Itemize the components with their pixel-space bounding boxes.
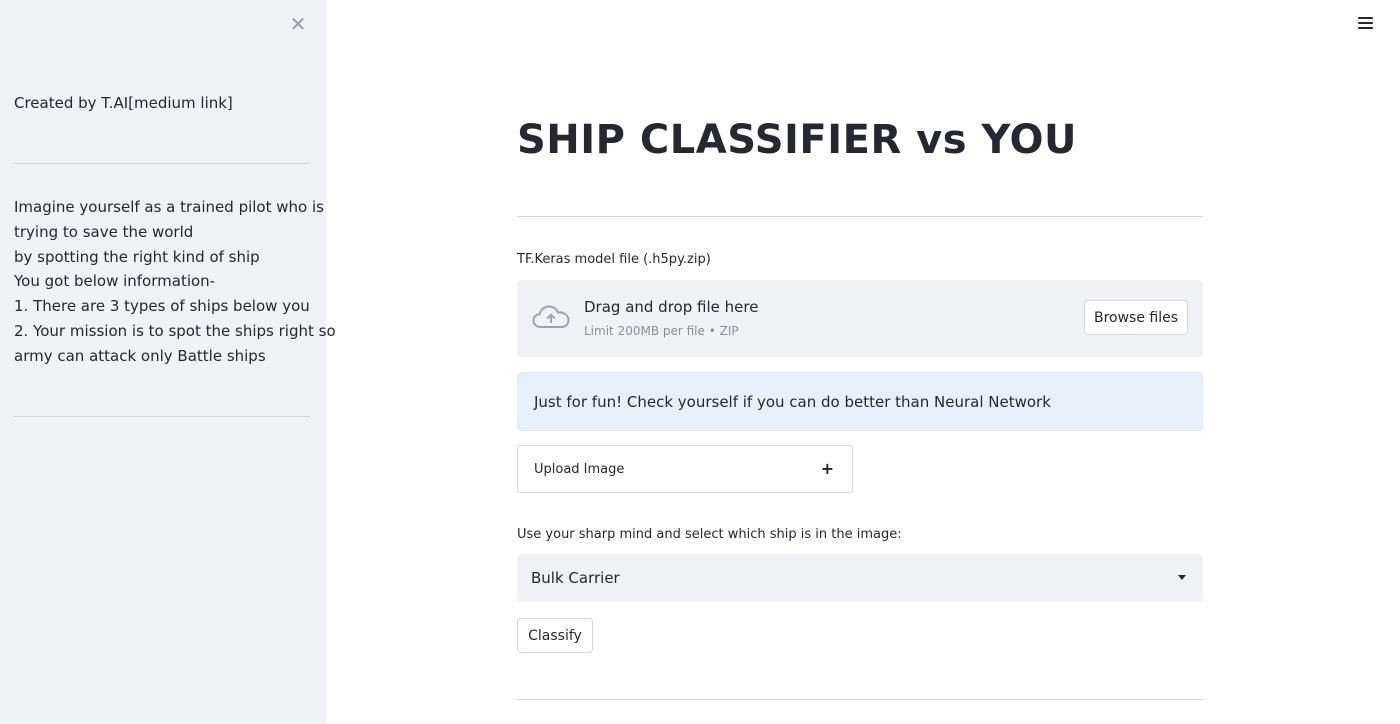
intro-text: Imagine yourself as a trained pilot who … <box>14 195 336 369</box>
intro-line: 1. There are 3 types of ships below you <box>14 297 310 316</box>
page-title: SHIP CLASSIFIER vs YOU <box>517 117 1078 163</box>
main-divider <box>517 699 1203 700</box>
plus-icon: + <box>820 459 834 478</box>
sidebar-divider <box>14 163 310 164</box>
dropzone-instructions: Drag and drop file here <box>584 298 759 316</box>
caret-down-icon <box>1178 575 1186 580</box>
created-by-text: Created by T.AI[medium link] <box>14 94 233 112</box>
intro-line: You got below information- <box>14 272 216 291</box>
browse-files-button[interactable]: Browse files <box>1084 300 1188 335</box>
info-alert-text: Just for fun! Check yourself if you can … <box>534 393 1051 411</box>
cloud-upload-icon <box>532 305 570 328</box>
intro-line: Imagine yourself as a trained pilot who … <box>14 198 324 216</box>
intro-line: by spotting the right kind of ship <box>14 247 260 266</box>
intro-line: trying to save the world <box>14 222 194 241</box>
intro-line: army can attack only Battle ships <box>14 346 266 365</box>
select-value: Bulk Carrier <box>531 569 620 587</box>
model-uploader-label: TF.Keras model file (.h5py.zip) <box>517 252 711 267</box>
close-icon[interactable]: ✕ <box>289 14 307 34</box>
intro-line: 2. Your mission is to spot the ships rig… <box>14 321 336 340</box>
ship-select-label: Use your sharp mind and select which shi… <box>517 527 902 542</box>
dropzone-limit: Limit 200MB per file • ZIP <box>584 324 739 338</box>
file-dropzone[interactable]: Drag and drop file here Limit 200MB per … <box>517 280 1203 357</box>
sidebar-divider <box>14 416 310 417</box>
main-divider <box>517 216 1203 217</box>
expander-label: Upload Image <box>534 462 625 477</box>
classify-button[interactable]: Classify <box>517 618 593 653</box>
hamburger-menu-icon[interactable] <box>1358 17 1373 31</box>
info-alert: Just for fun! Check yourself if you can … <box>517 372 1203 431</box>
sidebar: ✕ Created by T.AI[medium link] Imagine y… <box>0 0 336 724</box>
ship-type-select[interactable]: Bulk Carrier <box>517 554 1203 602</box>
upload-image-expander[interactable]: Upload Image + <box>517 445 853 493</box>
